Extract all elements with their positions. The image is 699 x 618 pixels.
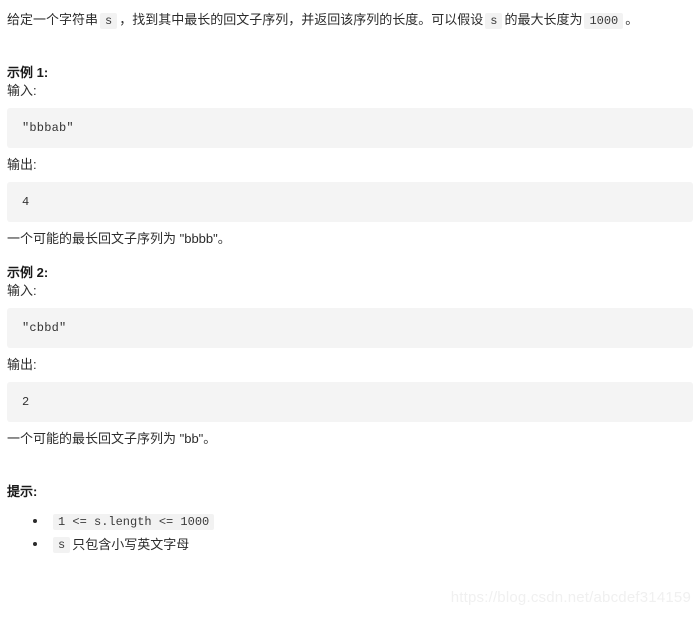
example-2-input-value: "cbbd" [22,321,67,335]
inline-code-s-2: s [485,13,503,29]
hint-item: 1 <= s.length <= 1000 [7,510,692,533]
example-1-output-codeblock: 4 [7,182,693,222]
example-1-output-value: 4 [22,195,30,209]
example-2-explanation: 一个可能的最长回文子序列为 "bb"。 [7,431,217,446]
hints-heading: 提示: [7,484,38,499]
hint-2-text: 只包含小写英文字母 [72,537,190,553]
problem-description: 给定一个字符串 s ，找到其中最长的回文子序列，并返回该序列的长度。可以假设 s 的最大… [7,0,692,31]
example-2-output-value: 2 [22,395,30,409]
example-2-output-label: 输出: [7,357,37,372]
hints-block: 提示: 1 <= s.length <= 1000 s 只包含小写英文字母 [7,483,692,556]
csdn-watermark: https://blog.csdn.net/abcdef314159 [450,589,691,606]
example-1-output-label: 输出: [7,157,37,172]
example-1-explanation: 一个可能的最长回文子序列为 "bbbb"。 [7,231,231,246]
bullet-icon [33,542,37,546]
example-block-2: 示例 2: 输入: "cbbd" 输出: 2 一个可能的最长回文子序列为 "bb… [7,264,693,448]
example-2-input-label: 输入: [7,283,37,298]
hint-2-code: s [53,537,71,553]
hint-item: s 只包含小写英文字母 [7,533,692,556]
description-text-part-3: 的最大长度为 [504,12,583,27]
description-text-part-4: 。 [625,12,639,27]
example-2-input-codeblock: "cbbd" [7,308,693,348]
inline-code-1000: 1000 [584,13,624,29]
inline-code-s-1: s [100,13,118,29]
example-2-output-codeblock: 2 [7,382,693,422]
description-text-part-2: ，找到其中最长的回文子序列，并返回该序列的长度。可以假设 [119,12,484,27]
example-2-heading: 示例 2: [7,265,49,280]
example-block-1: 示例 1: 输入: "bbbab" 输出: 4 一个可能的最长回文子序列为 "b… [7,64,693,248]
example-1-input-value: "bbbab" [22,121,74,135]
hint-1-code: 1 <= s.length <= 1000 [53,514,215,530]
description-text-part-1: 给定一个字符串 [7,12,99,27]
example-1-input-codeblock: "bbbab" [7,108,693,148]
hints-list: 1 <= s.length <= 1000 s 只包含小写英文字母 [7,510,692,556]
example-1-heading: 示例 1: [7,65,49,80]
bullet-icon [33,519,37,523]
example-1-input-label: 输入: [7,83,37,98]
problem-statement-page: 给定一个字符串 s ，找到其中最长的回文子序列，并返回该序列的长度。可以假设 s 的最大… [0,0,699,556]
